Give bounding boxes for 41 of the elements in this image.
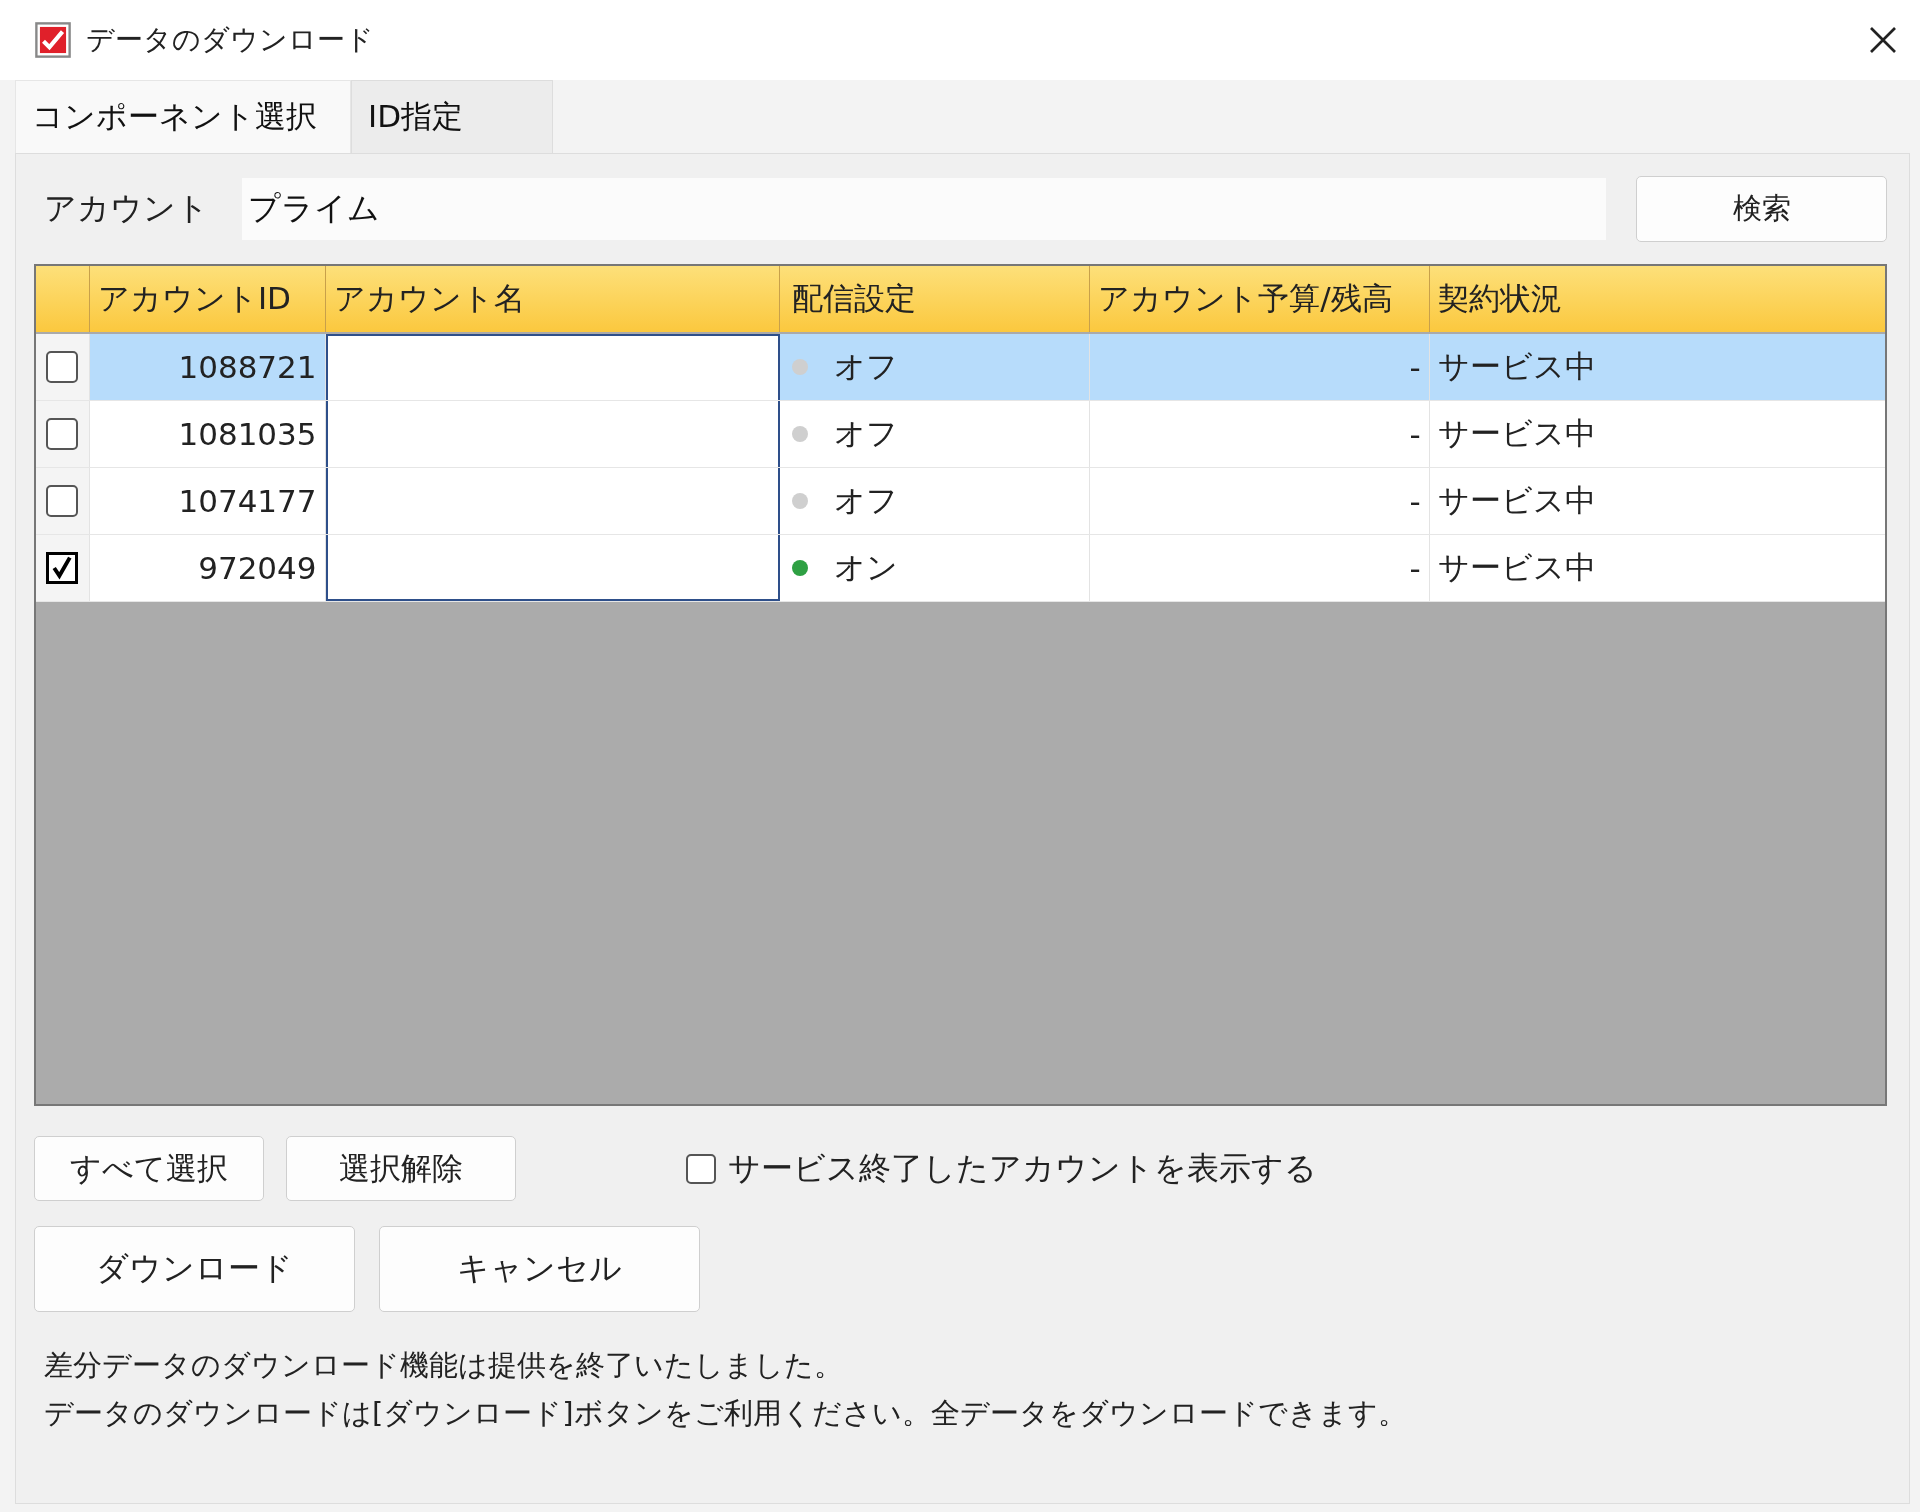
column-header[interactable]: アカウントID [89, 266, 326, 332]
row-checkbox[interactable] [46, 552, 79, 584]
delivery-cell-text: オフ [833, 347, 898, 386]
notice-text: データのダウンロードは[ダウンロード]ボタンをご利用ください。全データをダウンロードできます。 [44, 1395, 1408, 1432]
column-header[interactable]: アカウント名 [325, 266, 780, 332]
delivery-cell-text: オフ [833, 481, 898, 520]
column-header[interactable]: 契約状況 [1429, 266, 1885, 332]
budget-cell: - [1090, 334, 1430, 400]
delivery-cell-text: オン [833, 548, 898, 587]
tab[interactable]: ID指定 [351, 80, 553, 153]
show-ended-checkbox[interactable] [686, 1153, 716, 1184]
budget-cell: - [1090, 468, 1430, 534]
action-button[interactable]: ダウンロード [34, 1226, 355, 1312]
status-cell-text: サービス中 [1436, 414, 1597, 453]
select-button[interactable]: すべて選択 [34, 1136, 264, 1201]
status-cell-text: サービス中 [1436, 347, 1597, 386]
notice-text: 差分データのダウンロード機能は提供を終了いたしました。 [44, 1347, 844, 1384]
close-icon[interactable] [1868, 25, 1898, 55]
status-cell-text: サービス中 [1436, 548, 1597, 587]
show-ended-label: サービス終了したアカウントを表示する [728, 1147, 1317, 1189]
account-id-cell: 972049 [89, 535, 326, 601]
column-header[interactable]: 配信設定 [779, 266, 1091, 332]
account-id-cell: 1074177 [89, 468, 326, 534]
select-button[interactable]: 選択解除 [286, 1136, 516, 1201]
row-checkbox[interactable] [46, 485, 79, 517]
row-checkbox[interactable] [46, 418, 79, 450]
window-title: データのダウンロード [86, 22, 375, 58]
app-icon [34, 21, 72, 59]
account-field[interactable]: プライム [241, 178, 1607, 240]
account-id-cell: 1081035 [89, 401, 326, 467]
column-header[interactable]: アカウント予算/残高 [1090, 266, 1430, 332]
account-id-cell: 1088721 [89, 334, 326, 400]
search-button[interactable]: 検索 [1636, 176, 1887, 242]
delivery-cell-text: オフ [833, 414, 898, 453]
budget-cell: - [1090, 401, 1430, 467]
status-cell-text: サービス中 [1436, 481, 1597, 520]
budget-cell: - [1090, 535, 1430, 601]
account-label: アカウント [43, 188, 210, 229]
tab[interactable]: コンポーネント選択 [15, 80, 351, 153]
row-checkbox[interactable] [46, 351, 79, 383]
action-button[interactable]: キャンセル [379, 1226, 700, 1312]
